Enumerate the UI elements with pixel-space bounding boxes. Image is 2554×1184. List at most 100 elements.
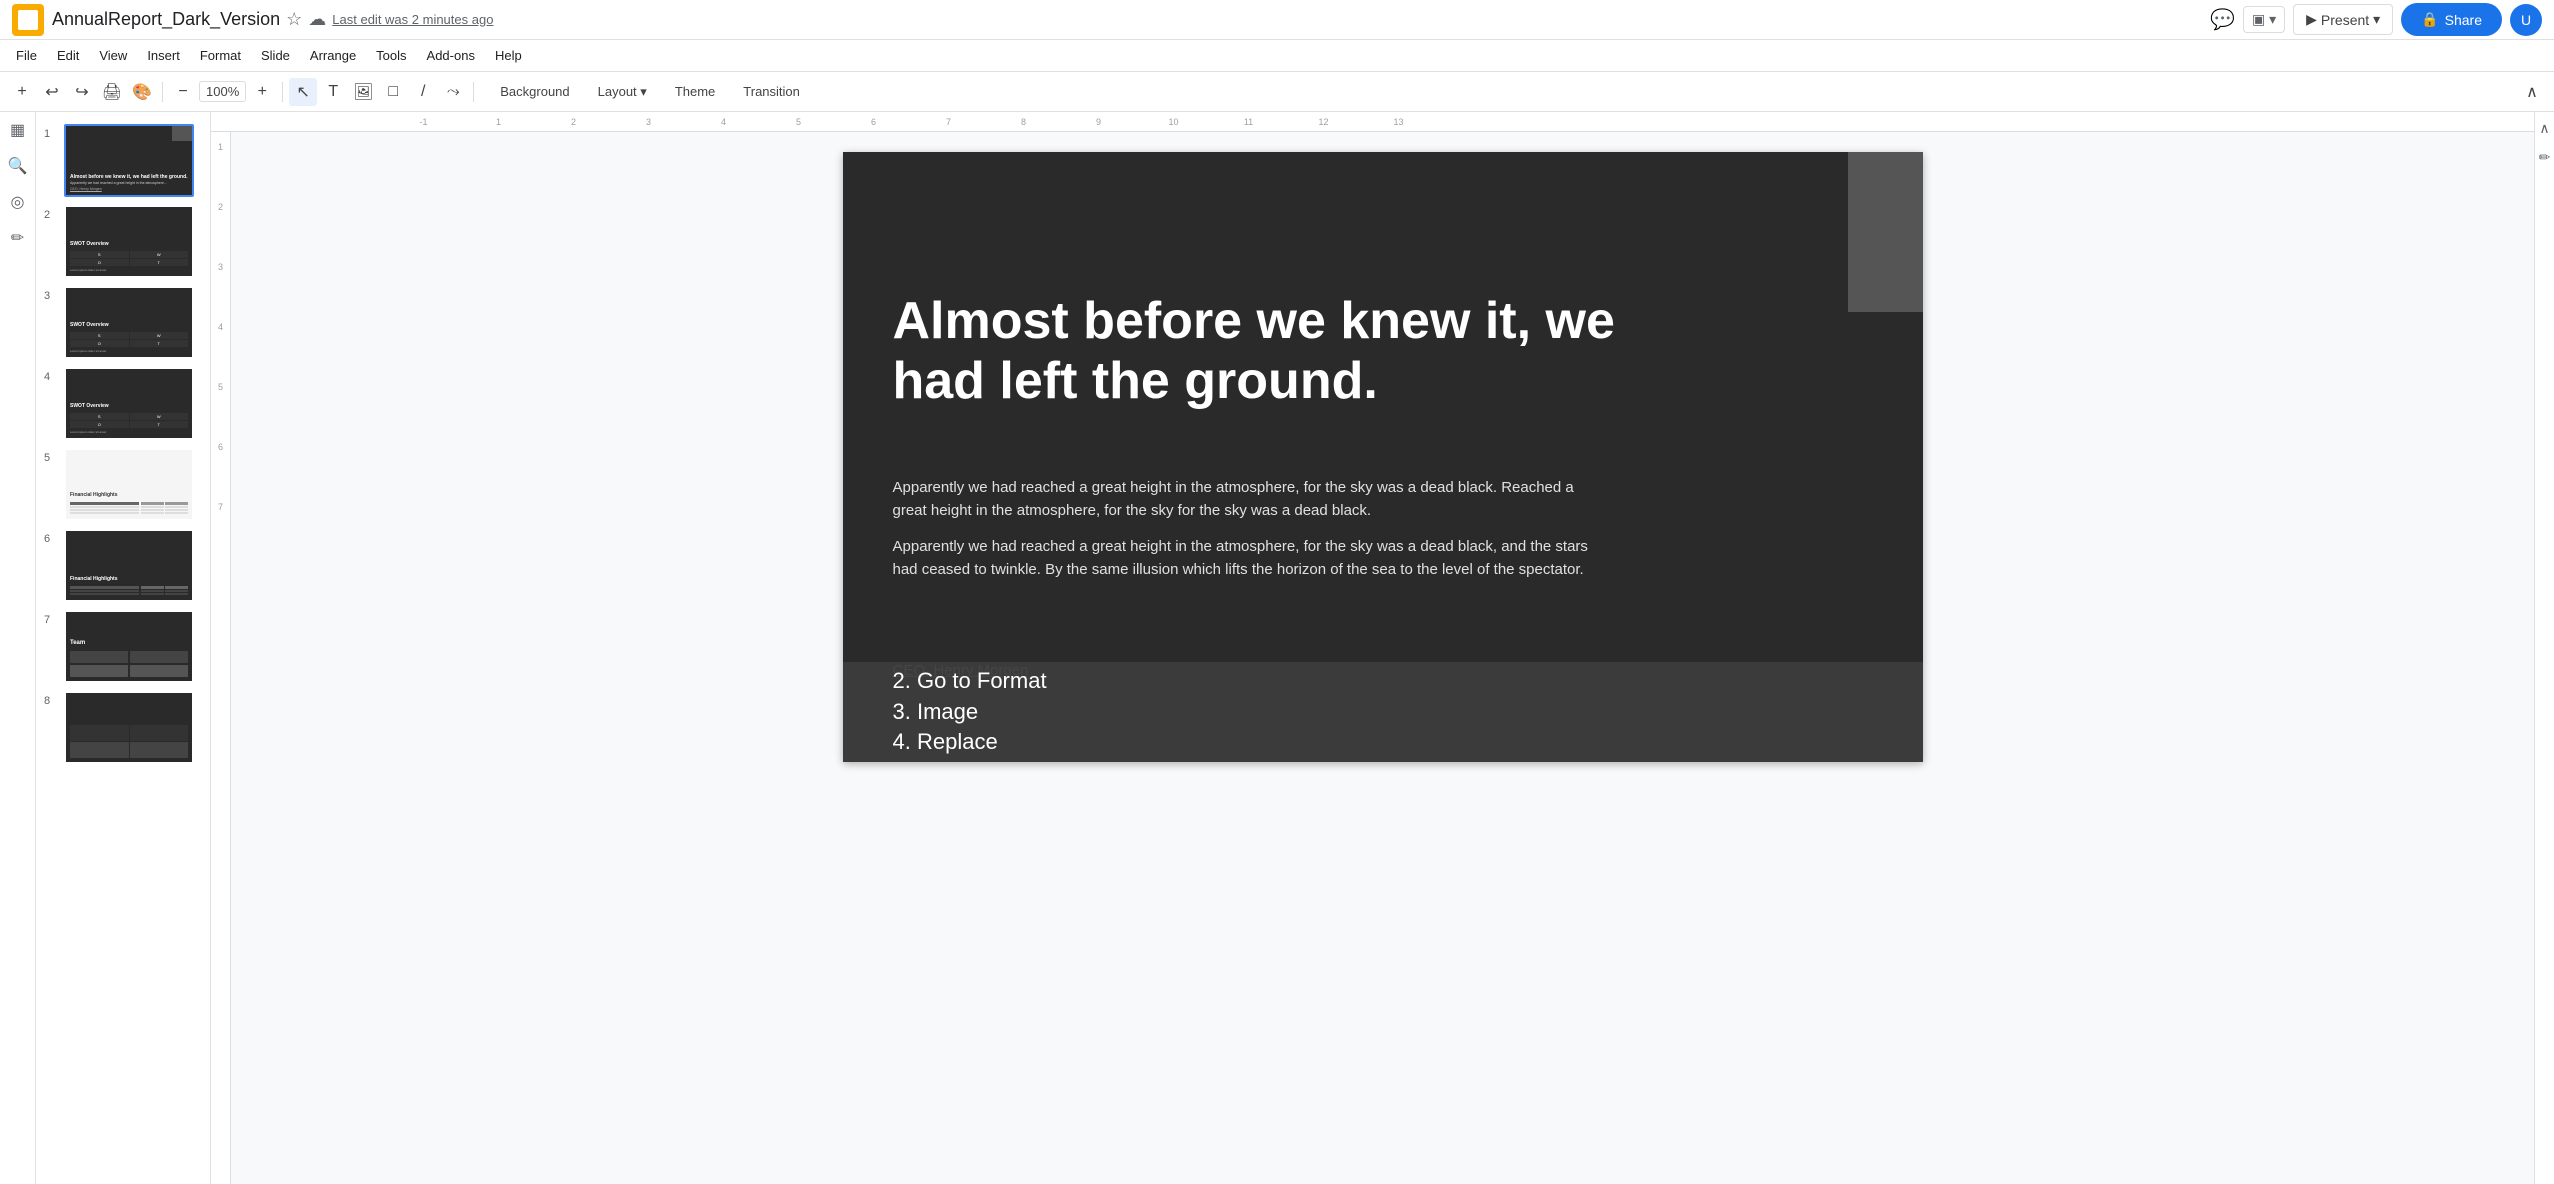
menu-file[interactable]: File bbox=[8, 44, 45, 67]
zoom-level[interactable]: 100% bbox=[199, 81, 246, 102]
slide-number-2: 2 bbox=[44, 209, 58, 221]
slide-thumb-2[interactable]: SWOT Overview SW OT Lorem ipsum dolor si… bbox=[64, 205, 194, 278]
slide-number-4: 4 bbox=[44, 371, 58, 383]
slide-thumb-5[interactable]: Financial Highlights bbox=[64, 448, 194, 521]
slide-canvas-area[interactable]: Almost before we knew it, we had left th… bbox=[231, 132, 2534, 1184]
transition-button[interactable]: Transition bbox=[731, 79, 812, 104]
present-icon: ▶ bbox=[2306, 11, 2317, 28]
lock-icon: 🔒 bbox=[2421, 11, 2438, 28]
text-box-button[interactable]: T bbox=[319, 78, 347, 106]
print-button[interactable]: 🖨 bbox=[98, 78, 126, 106]
popup-item-2[interactable]: 3. Image bbox=[893, 697, 1873, 728]
slide-thumb-7[interactable]: Team bbox=[64, 610, 194, 683]
doc-title: AnnualReport_Dark_Version bbox=[52, 9, 280, 30]
user-avatar[interactable]: U bbox=[2510, 4, 2542, 36]
doc-title-area: AnnualReport_Dark_Version ☆ ☁ Last edit … bbox=[52, 9, 2210, 30]
slide-item-3[interactable]: 3 SWOT Overview SW OT Lorem ipsum dolor … bbox=[36, 282, 210, 363]
collapse-right-panel-button[interactable]: ∧ bbox=[2539, 120, 2549, 137]
slide-number-6: 6 bbox=[44, 533, 58, 545]
cursor-tool-button[interactable]: ↖ bbox=[289, 78, 317, 106]
toolbar: + ↩ ↪ 🖨 🎨 − 100% + ↖ T 🖼 □ / ⤳ Backgroun… bbox=[0, 72, 2554, 112]
collapse-toolbar-button[interactable]: ∧ bbox=[2518, 78, 2546, 106]
cloud-icon: ☁ bbox=[308, 9, 326, 30]
slide-number-3: 3 bbox=[44, 290, 58, 302]
search-panel-icon[interactable]: 🔍 bbox=[8, 156, 28, 176]
comment-button[interactable]: 💬 bbox=[2210, 7, 2235, 32]
paint-format-button[interactable]: 🎨 bbox=[128, 78, 156, 106]
vertical-ruler: 1 2 3 4 5 6 7 bbox=[211, 132, 231, 1184]
slide-title: Almost before we knew it, we had left th… bbox=[893, 292, 1643, 412]
menu-bar: File Edit View Insert Format Slide Arran… bbox=[0, 40, 2554, 72]
line-button[interactable]: / bbox=[409, 78, 437, 106]
slide-item-1[interactable]: 1 Almost before we knew it, we had left … bbox=[36, 120, 210, 201]
edit-panel-icon[interactable]: ✏ bbox=[11, 228, 24, 248]
slides-panel-icon[interactable]: ▦ bbox=[10, 120, 25, 140]
layout-mode-button[interactable]: ▣ ▾ bbox=[2243, 6, 2285, 33]
present-button[interactable]: ▶ Present ▾ bbox=[2293, 4, 2393, 35]
layout-dropdown-button[interactable]: Layout ▾ bbox=[586, 79, 659, 105]
toolbar-sep-3 bbox=[473, 82, 474, 102]
slide-item-5[interactable]: 5 Financial Highlights bbox=[36, 444, 210, 525]
canvas-container: -1 1 2 3 4 5 6 7 8 9 10 11 12 13 1 2 3 4… bbox=[211, 112, 2534, 1184]
slide-decoration-rect bbox=[1848, 152, 1923, 312]
undo-button[interactable]: ↩ bbox=[38, 78, 66, 106]
menu-insert[interactable]: Insert bbox=[139, 44, 188, 67]
toolbar-sep-2 bbox=[282, 82, 283, 102]
slide-thumb-3[interactable]: SWOT Overview SW OT Lorem ipsum dolor si… bbox=[64, 286, 194, 359]
menu-tools[interactable]: Tools bbox=[368, 44, 414, 67]
slide-number-5: 5 bbox=[44, 452, 58, 464]
slide-number-7: 7 bbox=[44, 614, 58, 626]
slide-body: Apparently we had reached a great height… bbox=[893, 477, 1593, 581]
slide-item-2[interactable]: 2 SWOT Overview SW OT Lorem ipsum dolor … bbox=[36, 201, 210, 282]
slide-thumb-1[interactable]: Almost before we knew it, we had left th… bbox=[64, 124, 194, 197]
slide-item-7[interactable]: 7 Team bbox=[36, 606, 210, 687]
menu-format[interactable]: Format bbox=[192, 44, 249, 67]
slide-thumb-6[interactable]: Financial Highlights bbox=[64, 529, 194, 602]
slide-item-8[interactable]: 8 bbox=[36, 687, 210, 768]
toolbar-right-buttons: Background Layout ▾ Theme Transition bbox=[488, 79, 812, 105]
horizontal-ruler: -1 1 2 3 4 5 6 7 8 9 10 11 12 13 bbox=[211, 112, 2534, 132]
menu-edit[interactable]: Edit bbox=[49, 44, 87, 67]
last-edit-label[interactable]: Last edit was 2 minutes ago bbox=[332, 12, 493, 27]
menu-slide[interactable]: Slide bbox=[253, 44, 298, 67]
redo-button[interactable]: ↪ bbox=[68, 78, 96, 106]
top-right-actions: 💬 ▣ ▾ ▶ Present ▾ 🔒 Share U bbox=[2210, 3, 2542, 36]
zoom-in-button[interactable]: + bbox=[248, 78, 276, 106]
background-button[interactable]: Background bbox=[488, 79, 581, 104]
app-icon bbox=[12, 4, 44, 36]
main-area: ▦ 🔍 ◎ ✏ 1 Almost before we knew it, we h… bbox=[0, 112, 2554, 1184]
context-menu-overlay: 2. Go to Format 3. Image 4. Replace bbox=[843, 662, 1923, 762]
slide-item-4[interactable]: 4 SWOT Overview SW OT Lorem ipsum dolor … bbox=[36, 363, 210, 444]
slide-main[interactable]: Almost before we knew it, we had left th… bbox=[843, 152, 1923, 762]
popup-item-3[interactable]: 4. Replace bbox=[893, 727, 1873, 758]
animate-panel-icon[interactable]: ◎ bbox=[11, 192, 25, 212]
share-button[interactable]: 🔒 Share bbox=[2401, 3, 2502, 36]
right-panel-edit-icon[interactable]: ✏ bbox=[2539, 149, 2551, 166]
add-slide-button[interactable]: + bbox=[8, 78, 36, 106]
present-dropdown-icon: ▾ bbox=[2373, 11, 2380, 28]
slide-item-6[interactable]: 6 Financial Highlights bbox=[36, 525, 210, 606]
menu-arrange[interactable]: Arrange bbox=[302, 44, 364, 67]
star-icon[interactable]: ☆ bbox=[286, 9, 302, 30]
slide-number-8: 8 bbox=[44, 695, 58, 707]
toolbar-sep-1 bbox=[162, 82, 163, 102]
menu-addons[interactable]: Add-ons bbox=[419, 44, 483, 67]
slide-paragraph-1: Apparently we had reached a great height… bbox=[893, 477, 1593, 522]
canvas-scroll[interactable]: 1 2 3 4 5 6 7 Almost before we knew it, … bbox=[211, 132, 2534, 1184]
top-bar: AnnualReport_Dark_Version ☆ ☁ Last edit … bbox=[0, 0, 2554, 40]
slide-panel: 1 Almost before we knew it, we had left … bbox=[36, 112, 211, 1184]
menu-view[interactable]: View bbox=[91, 44, 135, 67]
left-panel-icons: ▦ 🔍 ◎ ✏ bbox=[0, 112, 36, 1184]
connector-button[interactable]: ⤳ bbox=[439, 78, 467, 106]
theme-button[interactable]: Theme bbox=[663, 79, 727, 104]
zoom-out-button[interactable]: − bbox=[169, 78, 197, 106]
slide-thumb-4[interactable]: SWOT Overview SW OT Lorem ipsum dolor si… bbox=[64, 367, 194, 440]
menu-help[interactable]: Help bbox=[487, 44, 530, 67]
popup-item-1[interactable]: 2. Go to Format bbox=[893, 666, 1873, 697]
slide-number-1: 1 bbox=[44, 128, 58, 140]
image-button[interactable]: 🖼 bbox=[349, 78, 377, 106]
shape-button[interactable]: □ bbox=[379, 78, 407, 106]
slide-paragraph-2: Apparently we had reached a great height… bbox=[893, 536, 1593, 581]
slide-thumb-8[interactable] bbox=[64, 691, 194, 764]
right-panel: ∧ ✏ bbox=[2534, 112, 2554, 1184]
